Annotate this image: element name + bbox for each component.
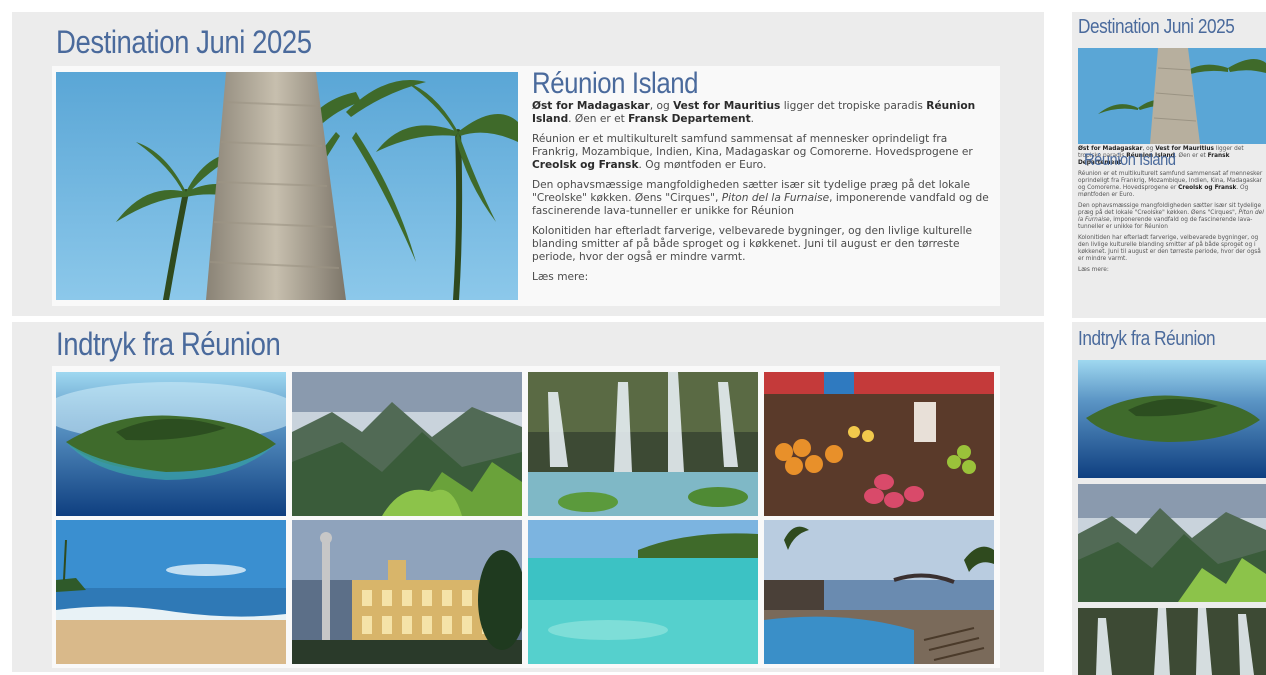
- mobile-society-paragraph: Réunion er et multikulturelt samfund sam…: [1078, 171, 1266, 199]
- mobile-impressions-heading: Indtryk fra Réunion: [1078, 328, 1216, 350]
- mobile-reunion-title: Réunion Island: [1084, 150, 1176, 169]
- mobile-island-aerial-photo[interactable]: [1078, 360, 1266, 478]
- market-photo[interactable]: [764, 372, 994, 516]
- intro-paragraph: Øst for Madagaskar, og Vest for Mauritiu…: [532, 100, 994, 126]
- bold-madagaskar: Øst for Madagaskar: [532, 100, 650, 112]
- mobile-palm-trees-photo: [1078, 48, 1266, 144]
- text-span: . Og møntfoden er Euro.: [638, 159, 767, 171]
- bold-languages: Creolsk og Fransk: [532, 159, 639, 171]
- lagoon-photo[interactable]: [528, 520, 758, 664]
- mobile-waterfall-photo[interactable]: [1078, 608, 1266, 675]
- reunion-text: Réunion Island Øst for Madagaskar, og Ve…: [532, 68, 994, 291]
- read-more-link[interactable]: Læs mere:: [532, 271, 994, 284]
- destination-card: Réunion Island Øst for Madagaskar, og Ve…: [52, 66, 1000, 306]
- text-span: Den ophavsmæssige mangfoldigheden sætter…: [1078, 203, 1262, 216]
- impressions-heading: Indtryk fra Réunion: [56, 326, 281, 362]
- impressions-section: Indtryk fra Réunion: [12, 322, 1044, 672]
- mobile-read-more-link[interactable]: Læs mere:: [1078, 267, 1266, 274]
- mobile-destination-section: Destination Juni 2025 Réunion Island Øst…: [1072, 12, 1266, 318]
- mobile-reunion-text: Réunion Island Øst for Madagaskar, og Ve…: [1078, 146, 1266, 278]
- text-span: , og: [649, 100, 674, 112]
- palm-trees-photo: [56, 72, 518, 300]
- text-span: . Øen er et: [568, 113, 629, 125]
- mountains-photo[interactable]: [292, 372, 522, 516]
- waterfall-photo[interactable]: [528, 372, 758, 516]
- text-span: . Øen er et: [1174, 153, 1208, 159]
- diversity-paragraph: Den ophavsmæssige mangfoldigheden sætter…: [532, 179, 994, 218]
- mobile-mountains-photo[interactable]: [1078, 484, 1266, 602]
- text-span: .: [750, 113, 755, 125]
- mobile-destination-heading: Destination Juni 2025: [1078, 16, 1235, 38]
- colonial-paragraph: Kolonitiden har efterladt farverige, vel…: [532, 225, 973, 263]
- italic-piton: Piton del la Furnaise: [721, 192, 830, 204]
- text-span: ligger det tropiske paradis: [780, 100, 927, 112]
- colonial-building-photo[interactable]: [292, 520, 522, 664]
- beach-photo[interactable]: [56, 520, 286, 664]
- mobile-diversity-paragraph: Den ophavsmæssige mangfoldigheden sætter…: [1078, 203, 1266, 231]
- society-paragraph: Réunion er et multikulturelt samfund sam…: [532, 133, 994, 172]
- destination-section: Destination Juni 2025 Réunion Island Øst…: [12, 12, 1044, 316]
- impressions-gallery: [52, 366, 1000, 668]
- reunion-title: Réunion Island: [532, 67, 699, 100]
- island-aerial-photo[interactable]: [56, 372, 286, 516]
- resort-pool-photo[interactable]: [764, 520, 994, 664]
- bold-mauritius: Vest for Mauritius: [673, 100, 781, 112]
- bold-departement: Fransk Departement: [628, 113, 751, 125]
- mobile-impressions-section: Indtryk fra Réunion: [1072, 322, 1266, 675]
- bold-languages: Creolsk og Fransk: [1178, 185, 1237, 191]
- mobile-colonial-paragraph: Kolonitiden har efterladt farverige, vel…: [1078, 235, 1261, 262]
- destination-heading: Destination Juni 2025: [56, 24, 312, 60]
- text-span: Réunion er et multikulturelt samfund sam…: [532, 133, 973, 158]
